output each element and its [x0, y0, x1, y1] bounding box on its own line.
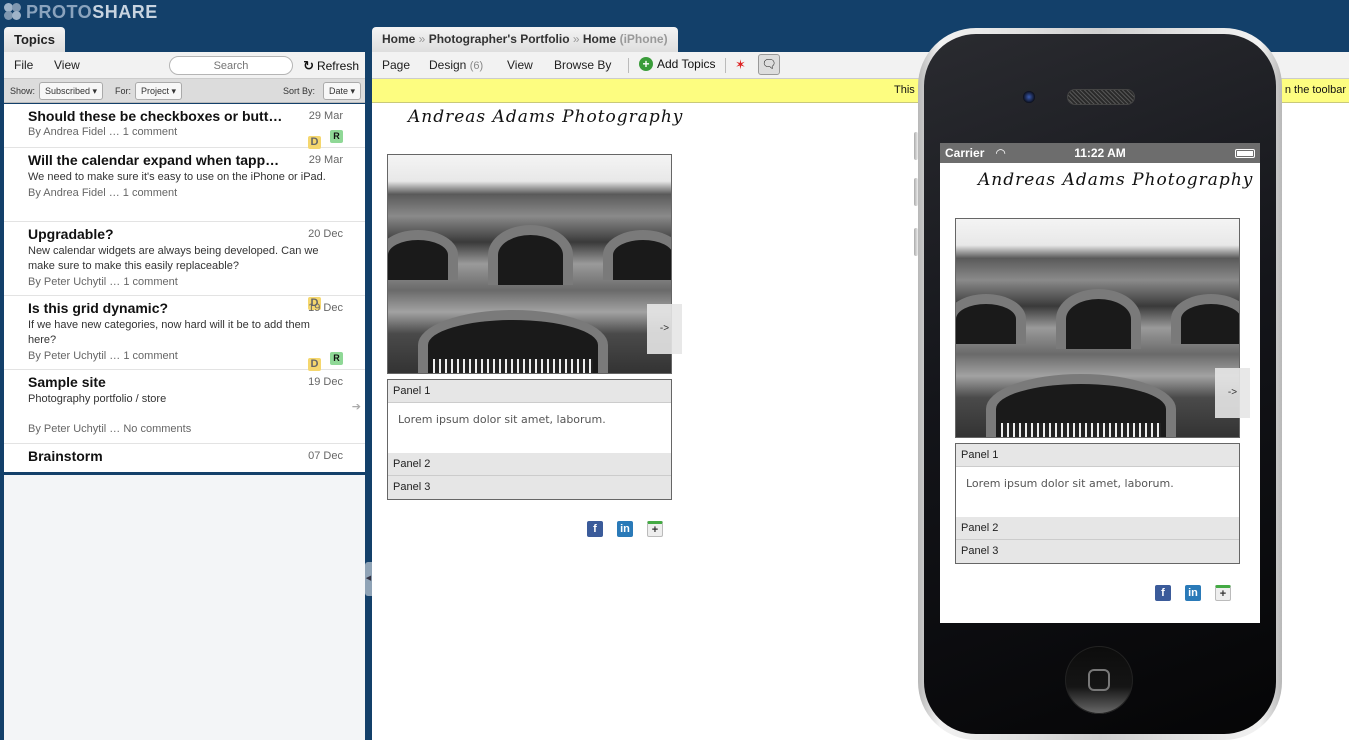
sort-dropdown[interactable]: Date ▾: [323, 82, 362, 100]
badge-r: R: [330, 352, 343, 365]
next-slide-button[interactable]: ->: [1215, 368, 1250, 418]
topic-byline: By Andrea Fidel … 1 comment: [28, 126, 178, 138]
linkedin-icon[interactable]: in: [617, 521, 633, 537]
volume-button: [914, 178, 918, 206]
badge-r: R: [330, 130, 343, 143]
breadcrumb: Home » Photographer's Portfolio » Home (…: [372, 27, 678, 52]
accordion-panel-2[interactable]: Panel 2: [956, 517, 1239, 540]
menu-page[interactable]: Page: [382, 58, 410, 72]
accordion-panel-2[interactable]: Panel 2: [388, 453, 671, 476]
topic-date: 20 Dec: [308, 228, 343, 240]
comments-toggle-button[interactable]: 🗨: [758, 54, 780, 75]
photo-colosseum: [955, 218, 1240, 438]
breadcrumb-project[interactable]: Photographer's Portfolio: [429, 32, 570, 46]
camera-icon: [1023, 91, 1035, 103]
collapse-panel-handle[interactable]: ◀: [365, 562, 372, 596]
topic-byline: By Peter Uchytil … No comments: [28, 423, 192, 435]
site-title: Andreas Adams Photography: [978, 170, 1254, 190]
accordion-panel-1[interactable]: Panel 1: [956, 444, 1239, 467]
photo-colosseum: [387, 154, 672, 374]
pins-icon[interactable]: ✶: [735, 57, 746, 73]
show-dropdown[interactable]: Subscribed ▾: [39, 82, 104, 100]
topic-date: 07 Dec: [308, 450, 343, 462]
accordion-panel-3[interactable]: Panel 3: [956, 540, 1239, 563]
menu-view[interactable]: View: [54, 58, 80, 72]
accordion: Panel 1 Lorem ipsum dolor sit amet, labo…: [955, 443, 1240, 564]
divider: [628, 58, 629, 73]
topic-title: Upgradable?: [28, 226, 114, 242]
topic-item[interactable]: Will the calendar expand when tapp… 29 M…: [4, 148, 365, 222]
topic-date: 19 Dec: [308, 302, 343, 314]
search-input[interactable]: [169, 56, 293, 75]
facebook-icon[interactable]: f: [587, 521, 603, 537]
menu-browse-by[interactable]: Browse By: [554, 58, 611, 72]
accordion-panel-1[interactable]: Panel 1: [388, 380, 671, 403]
topic-item[interactable]: Brainstorm 07 Dec: [4, 444, 365, 472]
topic-title: Brainstorm: [28, 448, 103, 464]
accordion-panel-body: Lorem ipsum dolor sit amet, laborum.: [966, 477, 1174, 490]
topic-description: New calendar widgets are always being de…: [28, 245, 319, 272]
menu-file[interactable]: File: [14, 58, 33, 72]
site-title: Andreas Adams Photography: [408, 107, 684, 127]
topic-item[interactable]: Upgradable? 20 Dec New calendar widgets …: [4, 222, 365, 310]
topic-item[interactable]: Should these be checkboxes or butt… 29 M…: [4, 104, 365, 149]
menu-design[interactable]: Design (6): [429, 58, 483, 72]
facebook-icon[interactable]: f: [1155, 585, 1171, 601]
topics-panel: Topics File View ↻ Refresh Show: Subscri…: [4, 27, 365, 740]
filter-bar: Show: Subscribed ▾ For: Project ▾ Sort B…: [4, 79, 365, 103]
topic-byline: By Peter Uchytil … 1 comment: [28, 276, 178, 288]
topic-title: Should these be checkboxes or butt…: [28, 108, 283, 124]
accordion-panel-3[interactable]: Panel 3: [388, 476, 671, 499]
topic-list: Should these be checkboxes or butt… 29 M…: [4, 104, 365, 472]
home-square-icon: [1088, 669, 1110, 691]
volume-button: [914, 132, 918, 160]
topic-title: Is this grid dynamic?: [28, 300, 169, 316]
accordion-panel-body: Lorem ipsum dolor sit amet, laborum.: [398, 413, 606, 426]
topic-date: 29 Mar: [308, 154, 343, 166]
topic-date: 19 Dec: [308, 376, 343, 388]
topic-item[interactable]: Is this grid dynamic? 19 Dec If we have …: [4, 296, 365, 371]
social-icons: f in +: [587, 521, 663, 537]
social-icons: f in +: [1155, 585, 1231, 601]
tab-topics[interactable]: Topics: [4, 27, 65, 52]
status-bar: Carrier ◠ 11:22 AM: [940, 143, 1260, 163]
for-dropdown[interactable]: Project ▾: [135, 82, 183, 100]
topic-byline: By Andrea Fidel … 1 comment: [28, 187, 178, 199]
battery-icon: [1235, 149, 1255, 158]
topic-item[interactable]: Sample site 19 Dec Photography portfolio…: [4, 370, 365, 444]
speaker-grille: [1067, 89, 1135, 105]
topic-detail-area: [4, 475, 365, 740]
arrow-right-icon[interactable]: ➔: [352, 400, 361, 413]
speech-bubbles-icon: 🗨: [761, 57, 777, 71]
protoshare-logo: PROTOSHARE: [4, 2, 158, 22]
logo-icon: [4, 3, 22, 21]
google-plus-icon[interactable]: +: [647, 521, 663, 537]
google-plus-icon[interactable]: +: [1215, 585, 1231, 601]
topic-title: Sample site: [28, 374, 106, 390]
topics-menubar: File View ↻ Refresh: [4, 52, 365, 79]
breadcrumb-device: (iPhone): [619, 32, 668, 46]
refresh-button[interactable]: ↻ Refresh: [303, 58, 359, 74]
topic-description: We need to make sure it's easy to use on…: [28, 171, 326, 183]
breadcrumb-page: Home: [582, 32, 617, 46]
next-slide-button[interactable]: ->: [647, 304, 682, 354]
topic-title: Will the calendar expand when tapp…: [28, 152, 280, 168]
home-button[interactable]: [1065, 646, 1133, 714]
topic-date: 29 Mar: [308, 110, 343, 122]
add-topics-button[interactable]: + Add Topics: [639, 57, 715, 71]
divider: [725, 58, 726, 73]
menu-view[interactable]: View: [507, 58, 533, 72]
accordion: Panel 1 Lorem ipsum dolor sit amet, labo…: [387, 379, 672, 500]
topic-description: Photography portfolio / store: [28, 393, 167, 405]
linkedin-icon[interactable]: in: [1185, 585, 1201, 601]
plus-circle-icon: +: [639, 57, 653, 71]
iphone-preview: Carrier ◠ 11:22 AM Andreas Adams Photogr…: [914, 28, 1282, 740]
iphone-screen: Carrier ◠ 11:22 AM Andreas Adams Photogr…: [940, 143, 1260, 623]
breadcrumb-home[interactable]: Home: [382, 32, 415, 46]
volume-button: [914, 228, 918, 256]
refresh-icon: ↻: [303, 58, 314, 73]
topic-description: If we have new categories, now hard will…: [28, 319, 310, 346]
topic-byline: By Peter Uchytil … 1 comment: [28, 350, 178, 362]
